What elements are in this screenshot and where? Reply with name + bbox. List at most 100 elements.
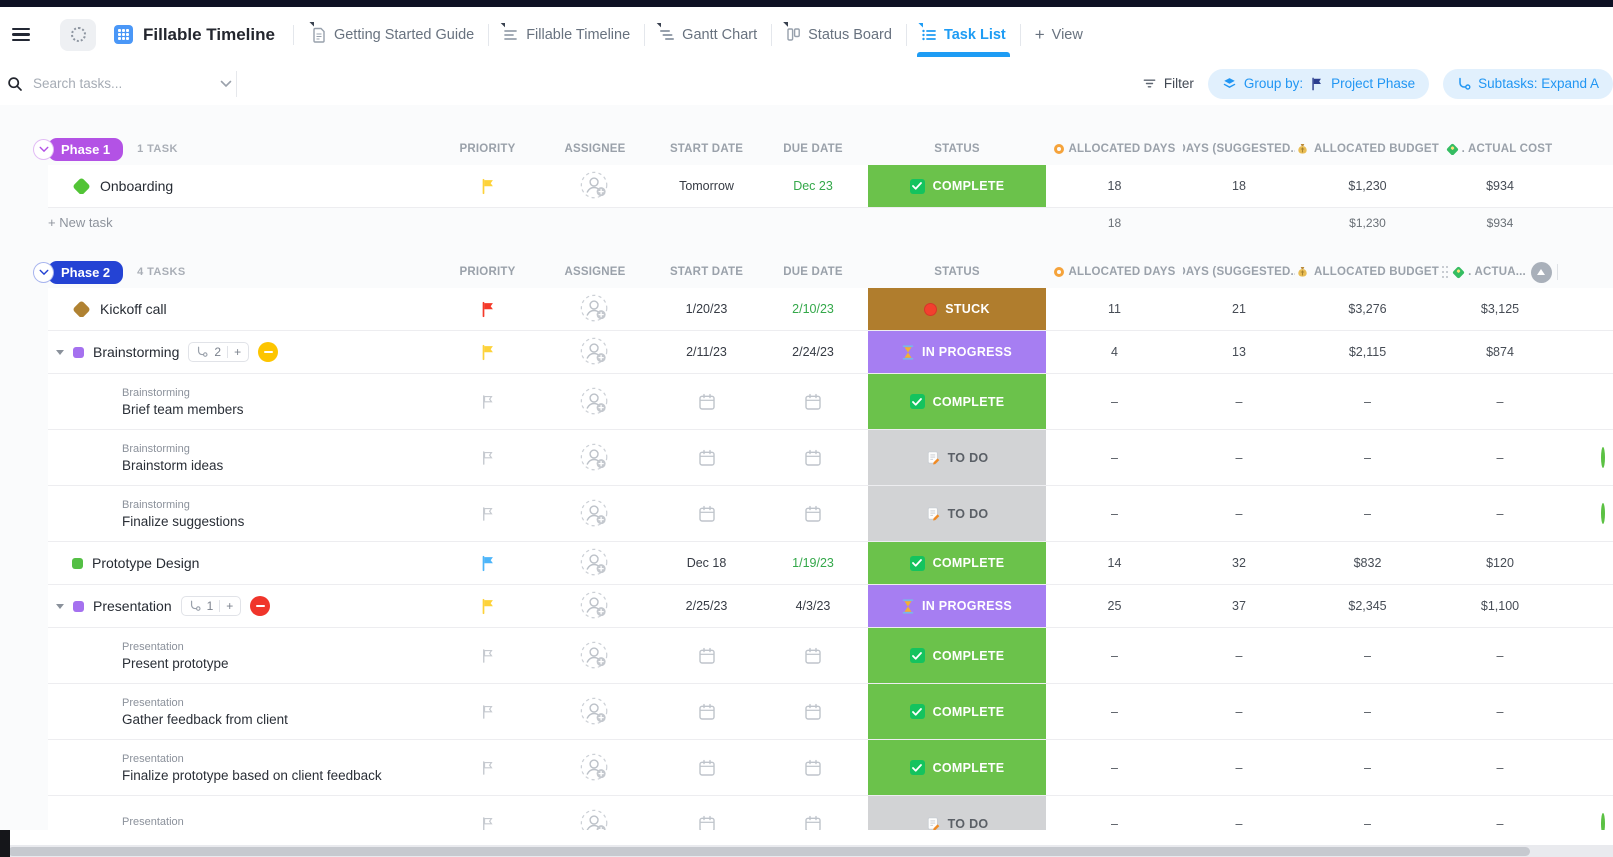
tab-getting-started-guide[interactable]: Getting Started Guide (298, 21, 488, 49)
days-suggested-cell[interactable]: – (1183, 705, 1295, 719)
start-date-cell[interactable] (655, 448, 758, 468)
expand-chevron-icon[interactable] (56, 349, 64, 355)
tab-task-list[interactable]: Task List (907, 21, 1020, 57)
start-date-cell[interactable] (655, 646, 758, 666)
status-badge-complete[interactable]: COMPLETE (868, 374, 1046, 429)
days-suggested-cell[interactable]: – (1183, 451, 1295, 465)
column-header-budget[interactable]: ALLOCATED BUDGET (1295, 142, 1440, 156)
start-date-cell[interactable]: Dec 18 (655, 556, 758, 570)
add-subtask-button[interactable]: + (226, 599, 233, 613)
days-suggested-cell[interactable]: – (1183, 817, 1295, 831)
days-suggested-cell[interactable]: – (1183, 761, 1295, 775)
group-by-pill[interactable]: Group by: Project Phase (1207, 68, 1430, 99)
due-date-cell[interactable]: 2/10/23 (758, 302, 868, 316)
status-badge-to-do[interactable]: TO DO (868, 796, 1046, 830)
collapse-chevron-icon[interactable] (33, 138, 54, 160)
phase-pill[interactable]: Phase 2 (48, 260, 124, 284)
task-name[interactable]: Gather feedback from client (122, 712, 288, 727)
yellow-minus-badge-icon[interactable] (258, 342, 279, 362)
status-shape-icon[interactable] (72, 178, 91, 194)
column-header-priority[interactable]: PRIORITY (440, 266, 535, 278)
allocated-budget-cell[interactable]: $1,230 (1295, 179, 1440, 193)
days-suggested-cell[interactable]: – (1183, 507, 1295, 521)
status-badge-complete[interactable]: COMPLETE (868, 740, 1046, 795)
due-date-cell[interactable] (758, 758, 868, 778)
search-box[interactable] (0, 70, 237, 97)
days-suggested-cell[interactable]: 21 (1183, 302, 1295, 316)
actual-cost-cell[interactable]: $1,100 (1440, 599, 1560, 613)
phase-pill[interactable]: Phase 1 (48, 137, 124, 161)
start-date-cell[interactable] (655, 392, 758, 412)
actual-cost-cell[interactable]: $874 (1440, 345, 1560, 359)
actual-cost-cell[interactable]: $120 (1440, 556, 1560, 570)
allocated-budget-cell[interactable]: – (1295, 705, 1440, 719)
allocated-days-cell[interactable]: 18 (1046, 179, 1183, 193)
start-date-cell[interactable]: 2/25/23 (655, 599, 758, 613)
start-date-cell[interactable] (655, 504, 758, 524)
allocated-days-cell[interactable]: – (1046, 649, 1183, 663)
priority-cell[interactable] (440, 704, 535, 720)
status-badge-stuck[interactable]: STUCK (868, 288, 1046, 330)
actual-cost-cell[interactable]: – (1440, 451, 1560, 465)
allocated-days-cell[interactable]: – (1046, 507, 1183, 521)
column-header-cost[interactable]: . ACTUAL COST (1440, 143, 1560, 155)
allocated-days-cell[interactable]: 11 (1046, 302, 1183, 316)
allocated-days-cell[interactable]: – (1046, 451, 1183, 465)
column-header-suggested[interactable]: DAYS (SUGGESTED... (1183, 266, 1295, 278)
priority-cell[interactable] (440, 506, 535, 522)
priority-cell[interactable] (440, 450, 535, 466)
subtask-count-chip[interactable]: 2 + (188, 342, 250, 362)
allocated-days-cell[interactable]: 25 (1046, 599, 1183, 613)
assignee-cell[interactable] (535, 590, 655, 622)
search-input[interactable] (33, 76, 210, 91)
column-header-cost[interactable]: . ACTUA... (1440, 261, 1560, 283)
due-date-cell[interactable]: Dec 23 (758, 179, 868, 193)
due-date-cell[interactable] (758, 702, 868, 722)
scrollbar-thumb[interactable] (8, 846, 1530, 856)
assignee-cell[interactable] (535, 640, 655, 672)
subtask-count-chip[interactable]: 1 + (180, 596, 242, 616)
column-header-assignee[interactable]: ASSIGNEE (535, 143, 655, 155)
new-task-button[interactable]: + New task (48, 215, 113, 230)
days-suggested-cell[interactable]: 32 (1183, 556, 1295, 570)
allocated-budget-cell[interactable]: – (1295, 507, 1440, 521)
task-name[interactable]: Prototype Design (92, 555, 199, 571)
days-suggested-cell[interactable]: 37 (1183, 599, 1295, 613)
start-date-cell[interactable]: 2/11/23 (655, 345, 758, 359)
due-date-cell[interactable]: 4/3/23 (758, 599, 868, 613)
allocated-budget-cell[interactable]: $3,276 (1295, 302, 1440, 316)
task-name[interactable]: Presentation (93, 598, 172, 614)
allocated-days-cell[interactable]: – (1046, 817, 1183, 831)
actual-cost-cell[interactable]: – (1440, 705, 1560, 719)
assignee-cell[interactable] (535, 808, 655, 830)
column-header-due[interactable]: DUE DATE (758, 266, 868, 278)
task-name[interactable]: Onboarding (100, 178, 173, 194)
due-date-cell[interactable] (758, 448, 868, 468)
assignee-cell[interactable] (535, 498, 655, 530)
priority-cell[interactable] (440, 598, 535, 615)
priority-cell[interactable] (440, 344, 535, 361)
expand-chevron-icon[interactable] (56, 603, 64, 609)
allocated-budget-cell[interactable]: – (1295, 395, 1440, 409)
drag-handle-icon[interactable] (1442, 265, 1449, 279)
status-shape-icon[interactable] (72, 557, 83, 569)
allocated-days-cell[interactable]: – (1046, 395, 1183, 409)
due-date-cell[interactable] (758, 392, 868, 412)
status-badge-in-progress[interactable]: IN PROGRESS (868, 331, 1046, 373)
red-minus-badge-icon[interactable] (250, 596, 271, 616)
start-date-cell[interactable] (655, 814, 758, 830)
column-header-priority[interactable]: PRIORITY (440, 143, 535, 155)
horizontal-scrollbar[interactable] (0, 845, 1613, 857)
allocated-budget-cell[interactable]: $2,115 (1295, 345, 1440, 359)
priority-cell[interactable] (440, 301, 535, 318)
task-name[interactable]: Brainstorming (93, 344, 179, 360)
actual-cost-cell[interactable]: $934 (1440, 179, 1560, 193)
allocated-budget-cell[interactable]: – (1295, 761, 1440, 775)
start-date-cell[interactable] (655, 758, 758, 778)
column-header-due[interactable]: DUE DATE (758, 143, 868, 155)
allocated-days-cell[interactable]: – (1046, 705, 1183, 719)
days-suggested-cell[interactable]: 13 (1183, 345, 1295, 359)
tab-fillable-timeline[interactable]: Fillable Timeline (489, 21, 644, 49)
start-date-cell[interactable]: Tomorrow (655, 179, 758, 193)
column-header-start[interactable]: START DATE (655, 143, 758, 155)
